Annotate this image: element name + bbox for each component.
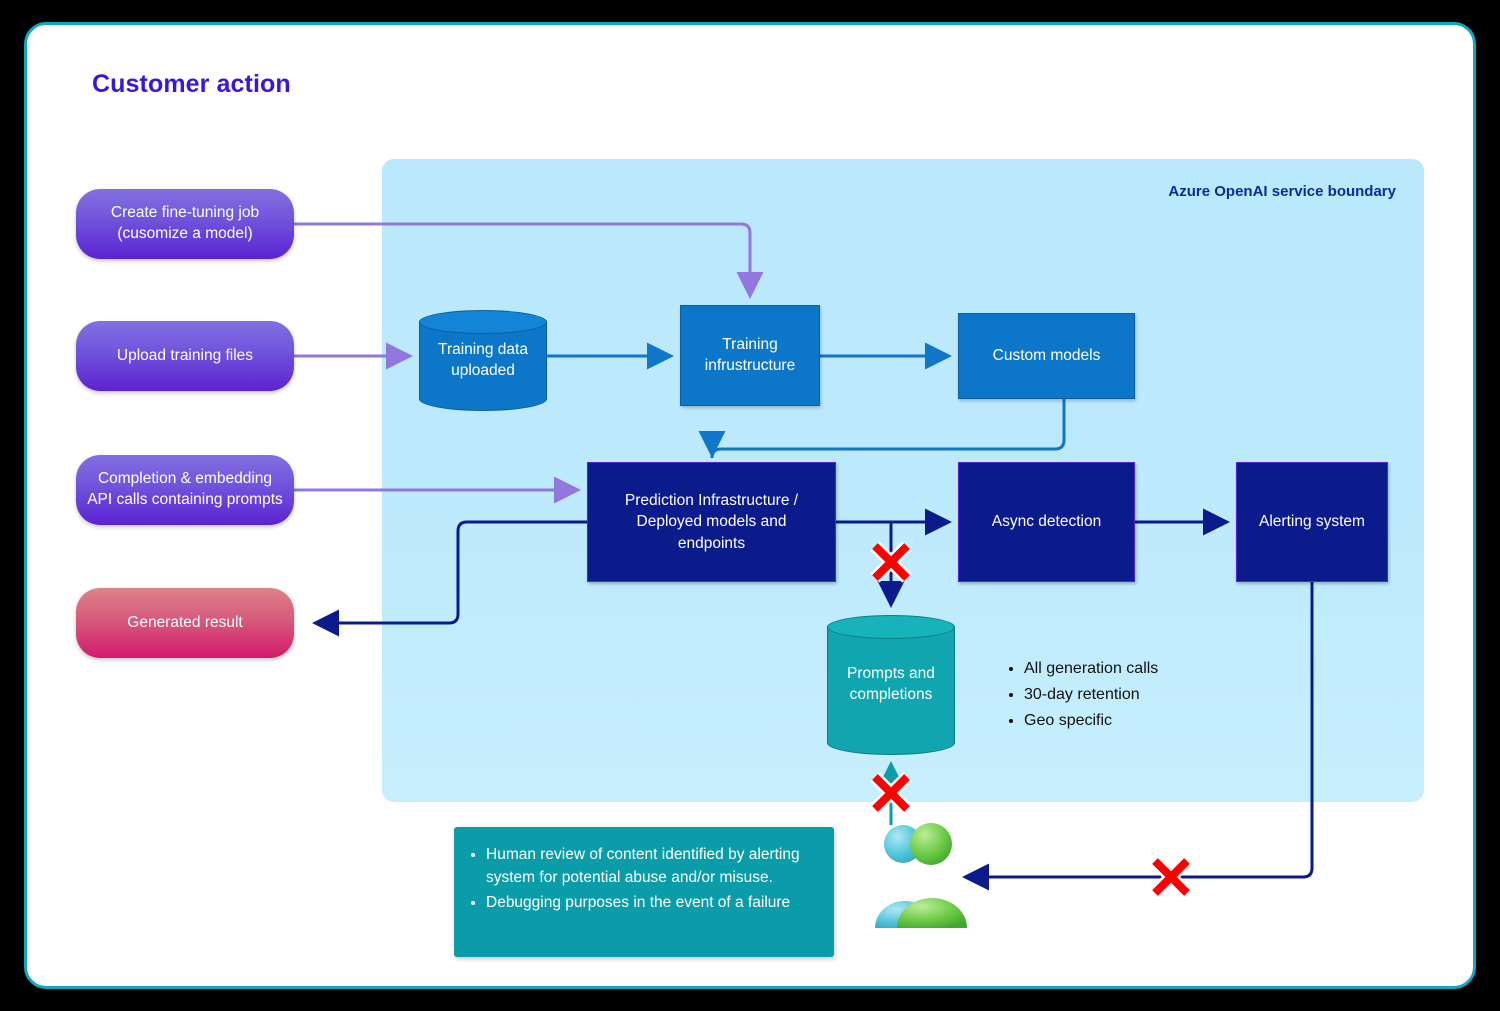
x-mark-icon-people-to-store [868,770,914,816]
retention-note-item: Geo specific [1024,709,1242,734]
human-review-note-item: Human review of content identified by al… [486,843,816,889]
node-line-1: Alerting system [1259,513,1365,531]
node-line-2: completions [849,686,933,703]
node-line-1: Training [722,335,778,353]
capsule-line-1: Create fine-tuning job [110,204,260,222]
node-line-1: Async detection [991,513,1102,531]
node-line-1: Training data [438,340,528,358]
human-review-notes: Human review of content identified by al… [454,827,834,957]
x-mark-icon-alerting-to-people [1148,854,1194,900]
diagram-canvas: Customer action Azure OpenAI service bou… [24,22,1476,989]
capsule-line-1: Generated result [127,613,243,631]
capsule-line-2: API calls containing prompts [87,491,283,508]
retention-notes: All generation calls 30-day retention Ge… [1002,657,1242,735]
node-line-2: uploaded [451,361,515,379]
people-icon [867,820,977,930]
capsule-line-1: Completion & embedding [97,470,273,488]
node-async-detection[interactable]: Async detection [958,462,1135,582]
capsule-line-2: (cusomize a model) [117,225,253,242]
customer-action-create-fine-tuning-job[interactable]: Create fine-tuning job (cusomize a model… [76,189,294,259]
screenshot-frame: Customer action Azure OpenAI service bou… [0,0,1500,1011]
node-line-1: Custom models [992,346,1101,364]
node-line-3: endpoints [677,534,746,552]
node-training-infrastructure[interactable]: Training infrustructure [680,305,820,406]
boundary-label: Azure OpenAI service boundary [1168,183,1396,200]
node-prediction-infrastructure[interactable]: Prediction Infrastructure / Deployed mod… [587,462,836,582]
customer-action-api-calls[interactable]: Completion & embedding API calls contain… [76,455,294,525]
node-custom-models[interactable]: Custom models [958,313,1135,399]
x-mark-icon-prediction-to-store [868,539,914,585]
retention-note-item: 30-day retention [1024,683,1242,708]
customer-action-upload-training-files[interactable]: Upload training files [76,321,294,391]
capsule-line-1: Upload training files [116,346,254,364]
human-review-note-item: Debugging purposes in the event of a fai… [486,891,816,914]
node-line-1: Prediction Infrastructure / [624,491,799,509]
customer-action-generated-result[interactable]: Generated result [76,588,294,658]
page-title: Customer action [92,70,291,98]
node-alerting-system[interactable]: Alerting system [1236,462,1388,582]
node-line-2: infrustructure [704,356,796,374]
retention-note-item: All generation calls [1024,657,1242,682]
node-training-data-uploaded[interactable]: Training data uploaded [419,310,547,411]
node-prompts-and-completions[interactable]: Prompts and completions [827,615,955,755]
node-line-2: Deployed models and [636,513,787,531]
node-line-1: Prompts and [847,665,935,683]
